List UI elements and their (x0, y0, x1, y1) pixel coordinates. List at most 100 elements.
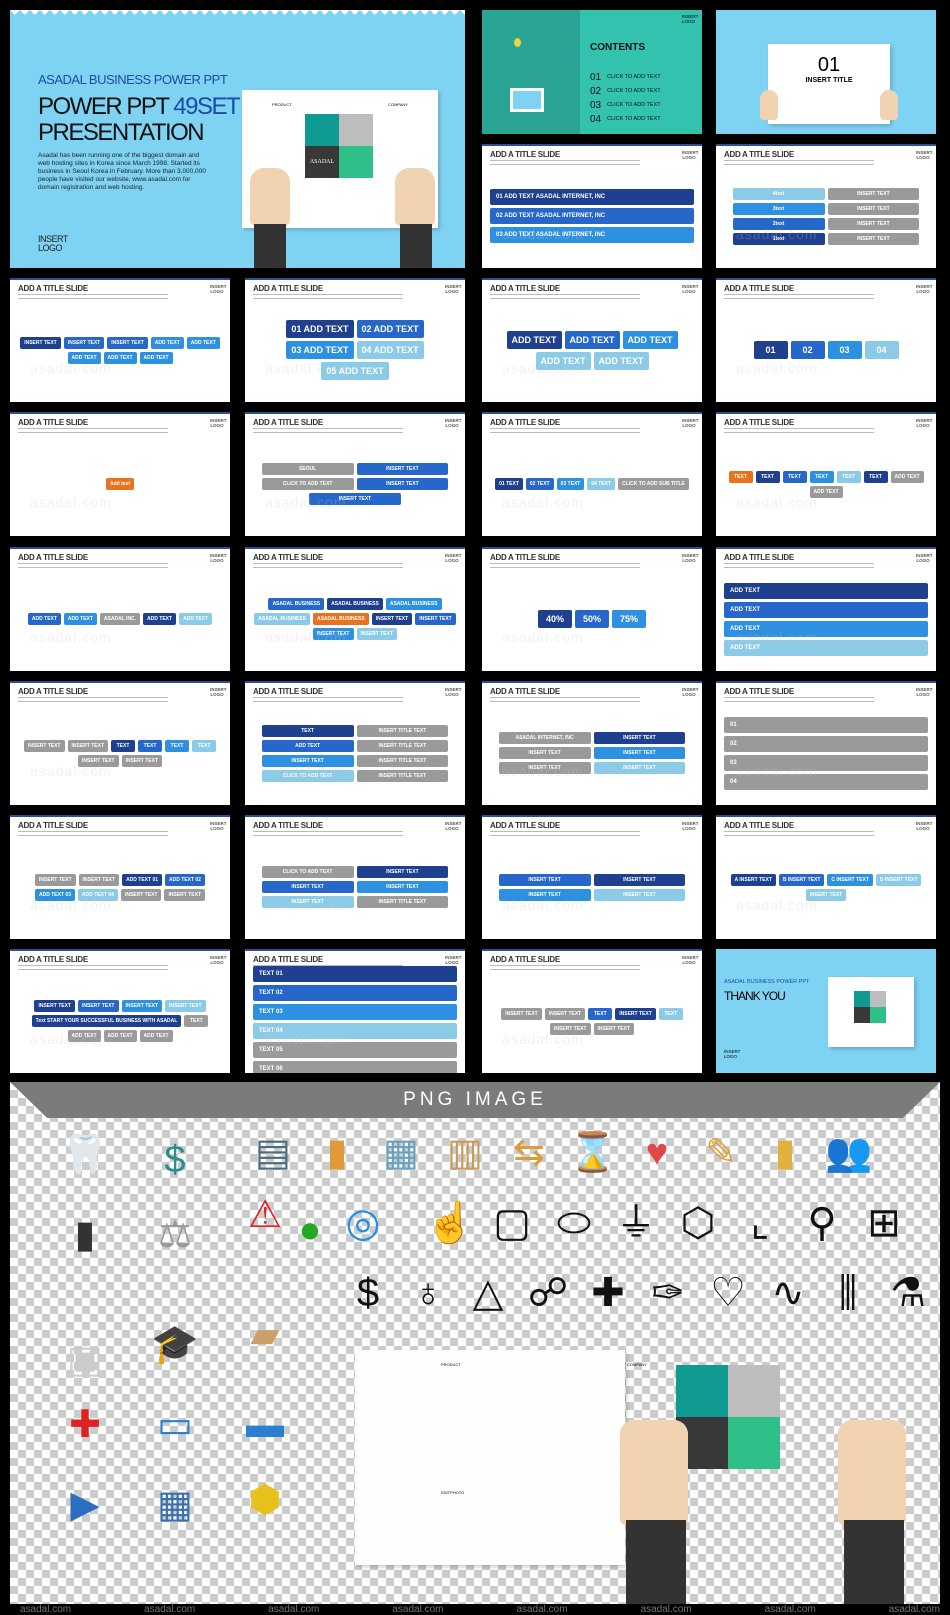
slide-text-box[interactable]: INSERT TEXT (827, 187, 920, 200)
slide-text-box[interactable]: INSERT TEXT (121, 1000, 163, 1012)
slide-text-box[interactable]: ADD TEXT (261, 739, 354, 752)
slide-text-box[interactable]: INSERT TEXT (261, 881, 354, 893)
slide-thumbnail[interactable]: ADD A TITLE SLIDE INSERT LOGO INSERT TEXT I… (10, 949, 230, 1073)
slide-text-box[interactable]: ADD TEXT (67, 1030, 101, 1042)
slide-text-box[interactable]: 02 ADD TEXT (356, 320, 424, 338)
slide-text-box[interactable]: ASADAL BUSINESS (254, 613, 310, 625)
slide-thumbnail[interactable]: ADD A TITLE SLIDE INSERT LOGO TEXT INSERT T… (245, 681, 465, 805)
slide-thumbnail[interactable]: ADD A TITLE SLIDE INSERT LOGO ASADAL INTER… (482, 681, 702, 805)
slide-text-box[interactable]: ADD TEXT (27, 613, 61, 625)
slide-text-box[interactable]: INSERT TEXT (67, 739, 109, 752)
slide-text-box[interactable]: TEXT (111, 739, 136, 752)
slide-thumbnail[interactable]: ADD A TITLE SLIDE INSERT LOGO ADD TEXT ADD … (716, 547, 936, 671)
slide-text-box[interactable]: 02 (724, 735, 928, 752)
slide-text-box[interactable]: INSERT TEXT (593, 732, 686, 744)
slide-text-box[interactable]: ADD TEXT (179, 613, 213, 625)
slide-text-box[interactable]: INSERT TEXT (544, 1007, 586, 1020)
slide-text-box[interactable]: SEOUL (261, 463, 354, 475)
slide-text-box[interactable]: B INSERT TEXT (778, 873, 825, 886)
slide-text-box[interactable]: INSERT TEXT (805, 888, 847, 901)
slide-text-box[interactable]: ADD TEXT (724, 639, 928, 656)
slide-text-box[interactable]: 03 ADD TEXT ASADAL INTERNET, INC (490, 227, 694, 243)
slide-thumbnail[interactable]: ADD A TITLE SLIDE INSERT LOGO 40% 50% 75% asa… (482, 547, 702, 671)
slide-text-box[interactable]: 03 TEXT (556, 478, 585, 490)
slide-text-box[interactable]: 03 ADD TEXT (286, 341, 354, 359)
slide-text-box[interactable]: ADD TEXT 04 (77, 888, 118, 901)
slide-thumbnail[interactable]: ADD A TITLE SLIDE INSERT LOGO 01 02 03 04 asad… (716, 278, 936, 402)
slide-thumbnail[interactable]: ADD A TITLE SLIDE INSERT LOGO 4text INSERT … (716, 144, 936, 268)
slide-text-box[interactable]: ADD TEXT 03 (35, 888, 75, 901)
slide-text-box[interactable]: ADD TEXT (593, 351, 649, 370)
slide-text-box[interactable]: Add text (106, 478, 134, 490)
slide-text-box[interactable]: ADD TEXT (809, 485, 843, 498)
slide-thumbnail[interactable]: ADD A TITLE SLIDE INSERT LOGO 01 02 03 04 asad… (716, 681, 936, 805)
slide-thumbnail[interactable]: ADD A TITLE SLIDE INSERT LOGO ADD TEXT ADD … (10, 547, 230, 671)
slide-text-box[interactable]: 01 (753, 341, 788, 359)
slide-text-box[interactable]: ADD TEXT 02 (165, 873, 205, 886)
slide-thumbnail[interactable]: ADD A TITLE SLIDE INSERT LOGO 01 TEXT 02 TE… (482, 412, 702, 536)
slide-text-box[interactable]: TEXT (588, 1007, 613, 1020)
slide-text-box[interactable]: INSERT TEXT (549, 1022, 591, 1035)
slide-text-box[interactable]: 75% (612, 610, 646, 628)
slide-text-box[interactable]: TEXT (809, 470, 834, 483)
slide-text-box[interactable]: ADD TEXT (724, 601, 928, 618)
slide-thumbnail[interactable]: ADD A TITLE SLIDE INSERT LOGO INSERT TEXT I… (10, 815, 230, 939)
slide-text-box[interactable]: 4text (732, 187, 825, 200)
section-slide[interactable]: 01 INSERT TITLE (716, 10, 936, 134)
slide-text-box[interactable]: 01 ADD TEXT (286, 320, 354, 338)
slide-text-box[interactable]: INSERT TITLE TEXT (356, 724, 449, 737)
slide-text-box[interactable]: INSERT TEXT (356, 478, 449, 490)
slide-text-box[interactable]: ASADAL BUSINESS (312, 613, 369, 625)
slide-text-box[interactable]: INSERT TEXT (593, 762, 686, 774)
slide-text-box[interactable]: 04 ADD TEXT (356, 341, 424, 359)
slide-thumbnail[interactable]: ADD A TITLE SLIDE INSERT LOGO TEXT TEXT TEXT… (716, 412, 936, 536)
slide-text-box[interactable]: INSERT TEXT (261, 896, 354, 908)
slide-text-box[interactable]: 01 (724, 716, 928, 733)
slide-text-box[interactable]: 02 (790, 341, 825, 359)
slide-text-box[interactable]: INSERT TEXT (615, 1007, 656, 1020)
slide-text-box[interactable]: INSERT TEXT (498, 888, 591, 901)
thank-you-slide[interactable]: ASADAL BUSINESS POWER PPT THANK YOU INSE… (716, 949, 936, 1073)
slide-text-box[interactable]: TEXT (192, 739, 217, 752)
slide-text-box[interactable]: INSERT TEXT (371, 613, 413, 625)
slide-text-box[interactable]: 03 (827, 341, 862, 359)
slide-text-box[interactable]: INSERT TEXT (498, 762, 591, 774)
slide-text-box[interactable]: INSERT TEXT (63, 336, 105, 349)
slide-thumbnail[interactable]: ADD A TITLE SLIDE INSERT LOGO INSERT TEXT I… (482, 815, 702, 939)
slide-text-box[interactable]: INSERT TEXT (120, 888, 162, 901)
slide-text-box[interactable]: TEXT (261, 724, 354, 737)
contents-slide[interactable]: CONTENTS INSERT LOGO 01 CLICK TO ADD TEXT… (482, 10, 702, 134)
slide-text-box[interactable]: INSERT TEXT (593, 873, 686, 886)
slide-text-box[interactable]: INSERT TEXT (593, 1022, 635, 1035)
slide-text-box[interactable]: ADD TEXT (622, 330, 678, 349)
slide-text-box[interactable]: ADD TEXT (724, 620, 928, 637)
slide-text-box[interactable]: INSERT TITLE TEXT (356, 769, 449, 782)
slide-text-box[interactable]: TEXT 01 (253, 965, 457, 982)
slide-text-box[interactable]: 03 (724, 754, 928, 771)
slide-text-box[interactable]: INSERT TEXT (827, 202, 920, 215)
slide-text-box[interactable]: ADD TEXT (139, 1030, 173, 1042)
slide-text-box[interactable]: 50% (575, 610, 609, 628)
slide-thumbnail[interactable]: ADD A TITLE SLIDE INSERT LOGO INSERT TEXT I… (10, 278, 230, 402)
slide-text-box[interactable]: INSERT TEXT (34, 1000, 75, 1012)
slide-text-box[interactable]: INSERT TEXT (107, 336, 148, 349)
slide-text-box[interactable]: CLICK TO ADD TEXT (261, 478, 354, 490)
slide-text-box[interactable]: ADD TEXT (535, 351, 591, 370)
slide-text-box[interactable]: TEXT (165, 739, 190, 752)
slide-thumbnail[interactable]: ADD A TITLE SLIDE INSERT LOGO TEXT 01 TEXT … (245, 949, 465, 1073)
slide-text-box[interactable]: INSERT TEXT (593, 888, 686, 901)
slide-thumbnail[interactable]: ADD A TITLE SLIDE INSERT LOGO Add text asad… (10, 412, 230, 536)
slide-text-box[interactable]: TEXT 02 (253, 984, 457, 1001)
slide-text-box[interactable]: ADD TEXT 01 (122, 873, 163, 886)
slide-text-box[interactable]: INSERT TEXT (356, 628, 398, 640)
slide-text-box[interactable]: ADD TEXT (103, 351, 137, 364)
slide-text-box[interactable]: INSERT TEXT (827, 232, 920, 245)
contents-item[interactable]: 04 CLICK TO ADD TEXT (590, 112, 661, 126)
slide-text-box[interactable]: ASADAL INC. (99, 613, 141, 625)
slide-text-box[interactable]: 04 (864, 341, 899, 359)
slide-text-box[interactable]: 04 (724, 773, 928, 790)
slide-text-box[interactable]: INSERT TEXT (827, 217, 920, 230)
slide-thumbnail[interactable]: ADD A TITLE SLIDE INSERT LOGO 01 ADD TEXT … (482, 144, 702, 268)
slide-text-box[interactable]: TEXT 05 (253, 1041, 457, 1058)
slide-text-box[interactable]: TEXT 03 (253, 1003, 457, 1020)
